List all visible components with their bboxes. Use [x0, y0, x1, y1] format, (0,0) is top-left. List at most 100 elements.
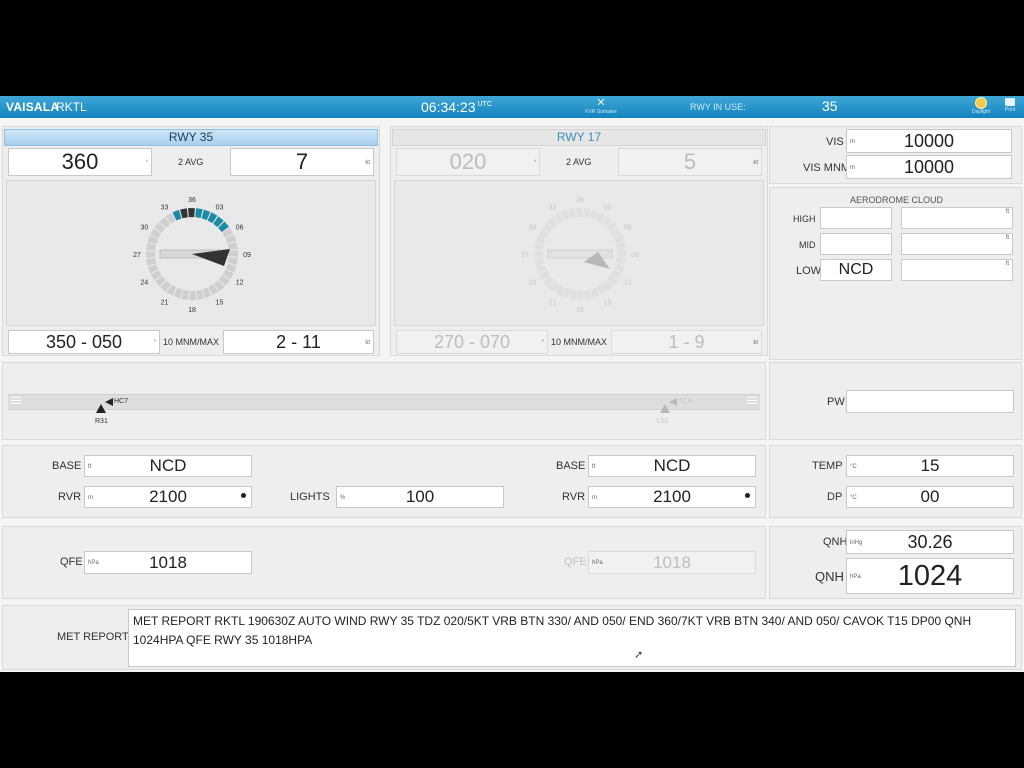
dial-segment: [575, 208, 583, 218]
dial-tick-label: 30: [528, 225, 536, 232]
dial-segment: [577, 290, 585, 300]
rwy17-title[interactable]: RWY 17: [392, 129, 766, 146]
right-threshold-icon: [747, 397, 757, 406]
vis-label: VIS: [826, 136, 844, 148]
cloud-mid-label: MID: [799, 240, 816, 250]
dial-tick-label: 03: [604, 204, 612, 211]
rwy35-speed-field: 7 kt: [230, 148, 374, 176]
rwy17-direction-field: 020 °: [396, 148, 540, 176]
dial-tick-label: 30: [140, 225, 148, 232]
cloud-low-field: NCD: [820, 259, 892, 281]
dial-tick-label: 27: [521, 252, 529, 259]
utc-clock: 06:34:23 UTC: [421, 99, 492, 115]
dial-segment: [195, 208, 203, 219]
rwy17-minmax-field: 1 - 9 kt: [611, 330, 762, 354]
rvr-sensor-left-icon[interactable]: [96, 404, 106, 413]
dial-tick-label: 03: [216, 204, 224, 211]
cloud-high-field: [820, 207, 892, 229]
dial-tick-label: 36: [576, 197, 584, 204]
dial-tick-label: 18: [188, 307, 196, 314]
dp-field: °C 00: [846, 486, 1014, 508]
dial-segment: [616, 249, 626, 257]
lights-label: LIGHTS: [290, 491, 330, 503]
left-rvr-label: RVR: [58, 491, 82, 503]
dial-segment: [228, 249, 238, 257]
print-button[interactable]: Print: [998, 97, 1022, 113]
dial-segment: [615, 242, 626, 250]
kvr-button[interactable]: ✕ KVR Somatee: [583, 98, 619, 116]
qnh-inhg-label: QNH: [823, 536, 848, 548]
top-bar: VAISALA RKTL 06:34:23 UTC ✕ KVR Somatee R…: [0, 96, 1024, 118]
cloud-mid-field: [820, 233, 892, 255]
dial-segment: [583, 208, 591, 219]
dial-tick-label: 27: [133, 252, 141, 259]
daylight-button[interactable]: Daylight: [966, 97, 996, 115]
dial-segment: [584, 289, 592, 300]
right-qfe-label: QFE: [564, 556, 587, 568]
met-report-label: MET REPORT: [57, 631, 129, 643]
cloud-title: AERODROME CLOUD: [850, 195, 944, 205]
left-qfe-field: hPa 1018: [84, 551, 252, 574]
dial-segment: [534, 251, 544, 259]
dial-tick-label: 21: [161, 300, 169, 307]
rwy17-wind-rose: 24 27 30 21 33 18 36 15 03 12 06 09: [521, 197, 639, 314]
dial-segment: [534, 243, 545, 251]
runway-bar: [547, 249, 613, 259]
dp-label: DP: [827, 491, 843, 503]
brand-logo: VAISALA: [6, 100, 60, 114]
dial-tick-label: 12: [624, 280, 632, 287]
wind-sensor-arrow-dim-icon: [669, 398, 677, 406]
rwy35-range-field: 350 - 050 °: [8, 330, 160, 354]
cloud-high-label: HIGH: [793, 214, 816, 224]
met-report-text: MET REPORT RKTL 190630Z AUTO WIND RWY 35…: [128, 609, 1016, 667]
cloud-low-height-field: ft: [901, 259, 1013, 281]
cloud-high-height-field: ft: [901, 207, 1013, 229]
dial-segment: [227, 242, 238, 250]
dial-tick-label: 15: [216, 300, 224, 307]
right-rvr-field: m 2100: [588, 486, 756, 508]
rwy17-wind-dial-area: 24 27 30 21 33 18 36 15 03 12 06 09: [394, 180, 764, 326]
dial-segment: [146, 258, 157, 266]
dial-segment: [189, 290, 197, 300]
dial-tick-label: 06: [236, 225, 244, 232]
dial-segment: [534, 258, 545, 266]
dial-tick-label: 36: [188, 197, 196, 204]
dial-tick-label: 09: [243, 252, 251, 259]
left-base-field: ft NCD: [84, 455, 252, 477]
rwy35-avg-label: 2 AVG: [178, 157, 204, 167]
right-base-label: BASE: [556, 460, 586, 472]
rvr-sensor-right-icon[interactable]: [660, 404, 670, 413]
left-base-label: BASE: [52, 460, 82, 472]
dial-tick-label: 33: [161, 204, 169, 211]
dial-tick-label: 12: [236, 280, 244, 287]
trend-dot-icon: [241, 493, 246, 498]
rwy35-wind-dial-area: 24 27 30 21 33 18 36 15 03 12 06 09: [6, 180, 376, 326]
rwy35-wind-rose: 24 27 30 21 33 18 36 15 03 12 06 09: [133, 197, 251, 314]
dial-tick-label: 15: [604, 300, 612, 307]
rwy17-avg-label: 2 AVG: [566, 157, 592, 167]
qnh-hpa-label: QNH: [815, 569, 844, 584]
vis-mnm-field: m 10000: [846, 155, 1012, 179]
left-threshold-icon: [11, 397, 21, 406]
awos-app: VAISALA RKTL 06:34:23 UTC ✕ KVR Somatee R…: [0, 96, 1024, 672]
printer-icon: [1005, 98, 1015, 106]
rwy17-mnm-label: 10 MNM/MAX: [551, 337, 608, 347]
lights-field: % 100: [336, 486, 504, 508]
left-sensor-label: R31: [95, 418, 108, 425]
dial-tick-label: 21: [549, 300, 557, 307]
dial-segment: [146, 251, 156, 259]
right-marker-label: TCH: [678, 398, 693, 405]
right-rvr-label: RVR: [562, 491, 586, 503]
rwy35-title: RWY 35: [4, 129, 378, 146]
rwy35-mnm-label: 10 MNM/MAX: [163, 337, 220, 347]
dial-segment: [180, 208, 188, 219]
right-base-field: ft NCD: [588, 455, 756, 477]
right-qfe-field: hPa 1018: [588, 551, 756, 574]
cloud-mid-height-field: ft: [901, 233, 1013, 255]
dial-tick-label: 09: [631, 252, 639, 259]
dial-segment: [196, 289, 204, 300]
cloud-low-label: LOW: [796, 265, 822, 277]
qnh-hpa-field: hPa 1024: [846, 558, 1014, 594]
dial-tick-label: 24: [528, 280, 536, 287]
vis-mnm-label: VIS MNM: [803, 162, 851, 174]
